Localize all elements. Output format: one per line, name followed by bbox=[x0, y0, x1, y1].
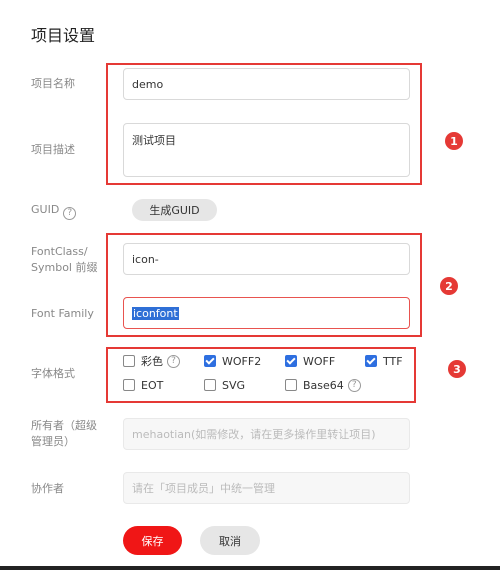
save-button[interactable]: 保存 bbox=[123, 526, 182, 555]
collaborators-label: 协作者 bbox=[31, 482, 64, 495]
collaborators-placeholder: 请在「项目成员」中统一管理 bbox=[132, 482, 275, 495]
bottom-border bbox=[0, 566, 500, 570]
annotation-marker-1: 1 bbox=[445, 132, 463, 150]
annotation-box-1 bbox=[106, 63, 422, 185]
generate-guid-button[interactable]: 生成GUID bbox=[132, 199, 217, 221]
collaborators-input: 请在「项目成员」中统一管理 bbox=[123, 472, 410, 504]
font-format-label: 字体格式 bbox=[31, 367, 75, 380]
annotation-box-2 bbox=[106, 233, 422, 337]
annotation-marker-3: 3 bbox=[448, 360, 466, 378]
font-family-label: Font Family bbox=[31, 307, 94, 320]
project-description-label: 项目描述 bbox=[31, 143, 75, 156]
guid-label-text: GUID bbox=[31, 203, 60, 216]
owner-placeholder: mehaotian(如需修改，请在更多操作里转让项目) bbox=[132, 428, 376, 441]
font-class-label: FontClass/ Symbol 前缀 bbox=[31, 245, 98, 274]
cancel-button[interactable]: 取消 bbox=[200, 526, 260, 555]
owner-label: 所有者（超级管理员） bbox=[31, 419, 97, 448]
annotation-box-3 bbox=[106, 347, 416, 403]
page-title: 项目设置 bbox=[31, 26, 96, 45]
annotation-marker-2: 2 bbox=[440, 277, 458, 295]
owner-input: mehaotian(如需修改，请在更多操作里转让项目) bbox=[123, 418, 410, 450]
project-name-label: 项目名称 bbox=[31, 77, 75, 90]
guid-label: GUID? bbox=[31, 202, 77, 220]
guid-help-icon[interactable]: ? bbox=[63, 206, 77, 220]
